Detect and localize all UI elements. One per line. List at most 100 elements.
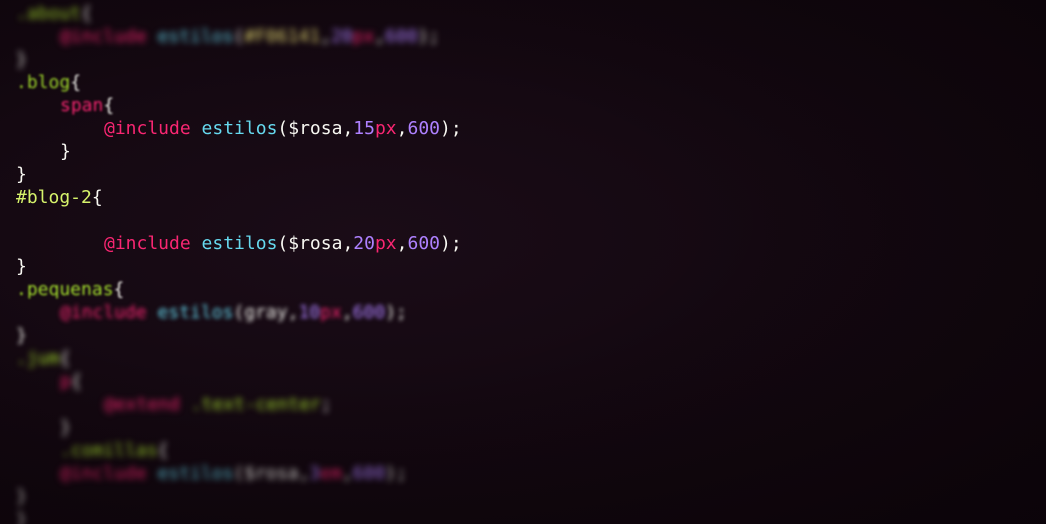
code-line[interactable]: span{ xyxy=(16,94,462,117)
code-token: 10 xyxy=(298,302,321,323)
code-line[interactable] xyxy=(16,209,462,232)
code-line[interactable]: } xyxy=(16,163,462,186)
code-token: em xyxy=(320,463,342,484)
code-token: , xyxy=(342,233,354,254)
code-token: ( xyxy=(233,26,245,47)
code-token: , xyxy=(341,463,353,484)
code-line[interactable]: } xyxy=(16,255,462,278)
code-line[interactable]: #blog-2{ xyxy=(16,186,462,209)
code-line[interactable]: } xyxy=(16,508,462,524)
code-token: ( xyxy=(277,118,289,139)
code-token: } xyxy=(16,325,27,346)
code-token: gray xyxy=(244,302,288,323)
code-token: ; xyxy=(320,394,332,415)
code-token: } xyxy=(16,486,27,507)
code-line[interactable]: } xyxy=(16,324,462,347)
code-token: } xyxy=(60,417,71,438)
code-line[interactable]: @include estilos($rosa,3em,600); xyxy=(16,462,462,485)
code-token: p xyxy=(60,371,71,392)
code-token: @include xyxy=(104,118,191,139)
code-token: , xyxy=(342,118,354,139)
code-token: .blog xyxy=(16,72,71,93)
code-token: @include xyxy=(104,233,191,254)
code-token: { xyxy=(103,95,115,116)
code-token: , xyxy=(374,26,386,47)
code-token: @extend xyxy=(104,394,180,415)
code-token: px xyxy=(320,302,342,323)
code-token: { xyxy=(91,187,103,208)
code-line[interactable]: } xyxy=(16,140,462,163)
code-line[interactable]: .about{ xyxy=(16,2,462,25)
code-token: $rosa xyxy=(288,118,343,139)
code-token: 600 xyxy=(352,463,386,484)
code-token: @include xyxy=(60,26,147,47)
code-token: estilos xyxy=(201,118,278,139)
code-token: , xyxy=(341,302,353,323)
code-token: 3 xyxy=(309,463,321,484)
code-token: .jum xyxy=(16,348,60,369)
code-token: { xyxy=(157,440,169,461)
code-token: { xyxy=(70,371,82,392)
code-token: ); xyxy=(417,26,440,47)
code-token: ( xyxy=(233,463,245,484)
code-editor[interactable]: .about{@include estilos(#F06141,20px,600… xyxy=(0,0,1046,524)
code-token: } xyxy=(16,164,27,185)
code-token: 600 xyxy=(352,302,386,323)
code-token: { xyxy=(59,348,71,369)
code-token: , xyxy=(396,233,408,254)
code-token: ); xyxy=(440,233,462,254)
code-line[interactable]: p{ xyxy=(16,370,462,393)
code-token: 20 xyxy=(353,233,375,254)
code-line[interactable]: @extend .text-center; xyxy=(16,393,462,416)
code-line[interactable]: @include estilos(#F06141,20px,600); xyxy=(16,25,462,48)
code-token: ); xyxy=(440,118,462,139)
code-line[interactable]: } xyxy=(16,485,462,508)
code-token: } xyxy=(16,49,27,70)
code-line[interactable]: @include estilos($rosa,20px,600); xyxy=(16,232,462,255)
code-line[interactable]: @include estilos(gray,10px,600); xyxy=(16,301,462,324)
code-token: { xyxy=(113,279,125,300)
code-line[interactable]: .pequenas{ xyxy=(16,278,462,301)
code-token: #F06141 xyxy=(244,26,321,47)
code-token: $rosa xyxy=(288,233,343,254)
code-token: 600 xyxy=(385,26,418,47)
code-token: @include xyxy=(60,463,147,484)
code-token: span xyxy=(60,95,104,116)
code-token: ( xyxy=(277,233,289,254)
code-line[interactable]: .blog{ xyxy=(16,71,462,94)
code-line[interactable]: } xyxy=(16,416,462,439)
code-token: #blog-2 xyxy=(16,187,92,208)
code-token: } xyxy=(16,256,27,277)
code-token: { xyxy=(81,3,92,24)
code-token: .about xyxy=(16,3,82,24)
code-area[interactable]: .about{@include estilos(#F06141,20px,600… xyxy=(16,2,462,524)
code-token: estilos xyxy=(157,302,234,323)
code-token: px xyxy=(374,233,397,254)
code-line[interactable]: } xyxy=(16,48,462,71)
code-line[interactable]: @include estilos($rosa,15px,600); xyxy=(16,117,462,140)
code-token: , xyxy=(320,26,331,47)
code-token: $rosa xyxy=(244,463,299,484)
code-token: px xyxy=(352,26,375,47)
code-token: ); xyxy=(385,463,407,484)
code-line[interactable]: .jum{ xyxy=(16,347,462,370)
code-token: @include xyxy=(60,302,147,323)
code-token: , xyxy=(287,302,299,323)
code-token: } xyxy=(60,141,71,162)
code-token: 600 xyxy=(407,233,441,254)
code-token: } xyxy=(16,509,27,524)
code-token: .text-center xyxy=(190,394,321,415)
code-token: , xyxy=(396,118,408,139)
code-token: { xyxy=(70,72,82,93)
code-token: , xyxy=(298,463,310,484)
code-token: .pequenas xyxy=(16,279,114,300)
code-token: .comillas xyxy=(60,440,158,461)
code-line[interactable]: .comillas{ xyxy=(16,439,462,462)
code-token: px xyxy=(374,118,397,139)
code-token: estilos xyxy=(157,26,234,47)
